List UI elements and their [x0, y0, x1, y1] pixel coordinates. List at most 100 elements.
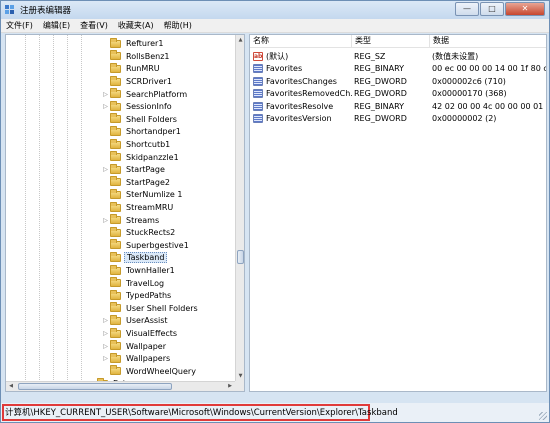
folder-icon	[110, 352, 121, 363]
tree-item[interactable]: TownHaller1	[102, 264, 177, 277]
expand-arrow-icon[interactable]: ▷	[102, 343, 109, 350]
tree-item-label: TypedPaths	[126, 291, 172, 301]
tree-item[interactable]: ▷ Streams	[102, 214, 161, 227]
tree-item[interactable]: Taskband	[102, 251, 168, 265]
folder-icon	[110, 75, 121, 86]
tree-item[interactable]: WordWheelQuery	[102, 365, 198, 378]
value-list-pane[interactable]: 名称 类型 数据 ab (默认) REG_SZ (数值未设置) Favorites REG…	[249, 34, 547, 392]
folder-icon	[110, 138, 121, 149]
tree-item[interactable]: TypedPaths	[102, 289, 173, 303]
expand-arrow-icon[interactable]: ▷	[102, 166, 109, 173]
tree-guide-line	[81, 35, 82, 381]
tree-item[interactable]: Refturer1	[102, 37, 165, 51]
value-row[interactable]: ab (默认) REG_SZ (数值未设置)	[250, 50, 546, 63]
tree-item-label: StartPage	[126, 165, 165, 175]
tree-item[interactable]: ▷ Wallpaper	[102, 340, 168, 353]
folder-icon	[110, 188, 121, 199]
expand-arrow-icon[interactable]: ▷	[102, 317, 109, 324]
tree-item[interactable]: ▷ VisualEffects	[102, 327, 179, 340]
tree-item[interactable]: Superbgestive1	[102, 239, 191, 252]
expand-arrow-icon[interactable]: ▷	[102, 103, 109, 110]
folder-icon	[110, 314, 121, 325]
value-name-cell: FavoritesVersion	[250, 114, 352, 124]
menu-bar: 文件(F) 编辑(E) 查看(V) 收藏夹(A) 帮助(H)	[1, 19, 549, 33]
tree-item[interactable]: Shortandper1	[102, 125, 183, 139]
value-name: FavoritesResolve	[266, 101, 334, 111]
value-row[interactable]: Favorites REG_BINARY 00 ec 00 00 00 14 00 …	[250, 63, 546, 76]
folder-icon	[110, 163, 121, 174]
tree-vertical-scrollbar[interactable]: ▲ ▼	[235, 35, 244, 381]
tree-item[interactable]: StartPage2	[102, 176, 172, 189]
title-bar[interactable]: 注册表编辑器 — □ ✕	[1, 1, 549, 19]
tree-item[interactable]: SterNumlize 1	[102, 188, 184, 202]
tree-horizontal-scroll-thumb[interactable]	[18, 383, 172, 390]
value-type: REG_BINARY	[354, 101, 405, 111]
value-name: FavoritesVersion	[266, 114, 332, 124]
column-header-data[interactable]: 数据	[430, 35, 546, 47]
minimize-button[interactable]: —	[455, 2, 479, 16]
tree-item[interactable]: ▷ SearchPlatform	[102, 88, 189, 101]
tree-item[interactable]: SCRDriver1	[102, 75, 174, 88]
resize-grip-icon[interactable]	[539, 412, 547, 420]
binary-value-icon	[253, 114, 263, 124]
value-type: REG_DWORD	[354, 76, 407, 86]
folder-icon	[110, 125, 121, 136]
tree-item-label: Skidpanzzle1	[126, 152, 179, 162]
maximize-button[interactable]: □	[480, 2, 504, 16]
value-row[interactable]: FavoritesRemovedCh... REG_DWORD 0x00000170…	[250, 88, 546, 101]
scroll-right-arrow-icon[interactable]: ▶	[225, 382, 235, 391]
scroll-up-arrow-icon[interactable]: ▲	[236, 35, 244, 45]
status-key-path: 计算机\HKEY_CURRENT_USER\Software\Microsoft…	[5, 408, 398, 418]
tree-item-label: User Shell Folders	[126, 303, 198, 313]
value-name-cell: Favorites	[250, 64, 352, 74]
close-button[interactable]: ✕	[505, 2, 545, 16]
menu-help[interactable]: 帮助(H)	[159, 20, 197, 31]
tree-item-label: UserAssist	[126, 316, 168, 326]
tree-item-label: SearchPlatform	[126, 89, 188, 99]
tree-item-label: Wallpapers	[126, 354, 171, 364]
tree-vertical-scroll-thumb[interactable]	[237, 250, 244, 264]
tree-item[interactable]: RunMRU	[102, 62, 162, 76]
column-header-name[interactable]: 名称	[250, 35, 352, 47]
expand-arrow-icon[interactable]: ▷	[102, 217, 109, 224]
tree-item[interactable]: RollsBenz1	[102, 50, 171, 63]
key-tree-pane[interactable]: Refturer1 RollsBenz1 RunMRU SCRDriver1 ▷ Sear…	[5, 34, 245, 392]
menu-edit[interactable]: 编辑(E)	[38, 20, 75, 31]
expand-arrow-icon[interactable]: ▷	[102, 355, 109, 362]
scroll-down-arrow-icon[interactable]: ▼	[236, 371, 244, 381]
tree-item[interactable]: User Shell Folders	[102, 302, 200, 315]
column-header-type[interactable]: 类型	[352, 35, 430, 47]
tree-item[interactable]: TravelLog	[102, 277, 166, 290]
value-type: REG_BINARY	[354, 64, 405, 74]
scroll-left-arrow-icon[interactable]: ◀	[6, 382, 16, 391]
tree-item[interactable]: ▷ SessionInfo	[102, 100, 174, 114]
value-data: 0x000002c6 (710)	[432, 76, 506, 86]
tree-item[interactable]: StuckRects2	[102, 226, 177, 240]
expand-arrow-icon[interactable]: ▷	[102, 330, 109, 337]
folder-icon	[110, 176, 121, 187]
folder-icon	[110, 289, 121, 300]
binary-value-icon	[253, 89, 263, 99]
scrollbar-corner	[235, 381, 244, 391]
tree-item[interactable]: ▷ Wallpapers	[102, 352, 172, 366]
tree-item[interactable]: Skidpanzzle1	[102, 151, 181, 164]
tree-item[interactable]: Shortcutb1	[102, 138, 172, 151]
tree-item-label: TravelLog	[126, 278, 165, 288]
tree-item[interactable]: Shell Folders	[102, 113, 179, 126]
value-row[interactable]: FavoritesResolve REG_BINARY 42 02 00 00 4c…	[250, 100, 546, 113]
tree-horizontal-scrollbar[interactable]: ◀ ▶	[6, 381, 235, 391]
value-name: FavoritesChanges	[266, 76, 337, 86]
value-type: REG_DWORD	[354, 89, 407, 99]
value-row[interactable]: FavoritesChanges REG_DWORD 0x000002c6 (710…	[250, 75, 546, 88]
value-row[interactable]: FavoritesVersion REG_DWORD 0x00000002 (2)	[250, 113, 546, 126]
menu-file[interactable]: 文件(F)	[1, 20, 38, 31]
tree-item[interactable]: StreamMRU	[102, 201, 175, 214]
expand-arrow-icon[interactable]: ▷	[102, 91, 109, 98]
tree-item[interactable]: ▷ UserAssist	[102, 314, 170, 328]
folder-icon	[110, 113, 121, 124]
folder-icon	[110, 151, 121, 162]
menu-favorites[interactable]: 收藏夹(A)	[113, 20, 159, 31]
tree-item[interactable]: ▷ StartPage	[102, 163, 167, 177]
menu-view[interactable]: 查看(V)	[75, 20, 113, 31]
tree-item-label: SterNumlize 1	[126, 190, 183, 200]
